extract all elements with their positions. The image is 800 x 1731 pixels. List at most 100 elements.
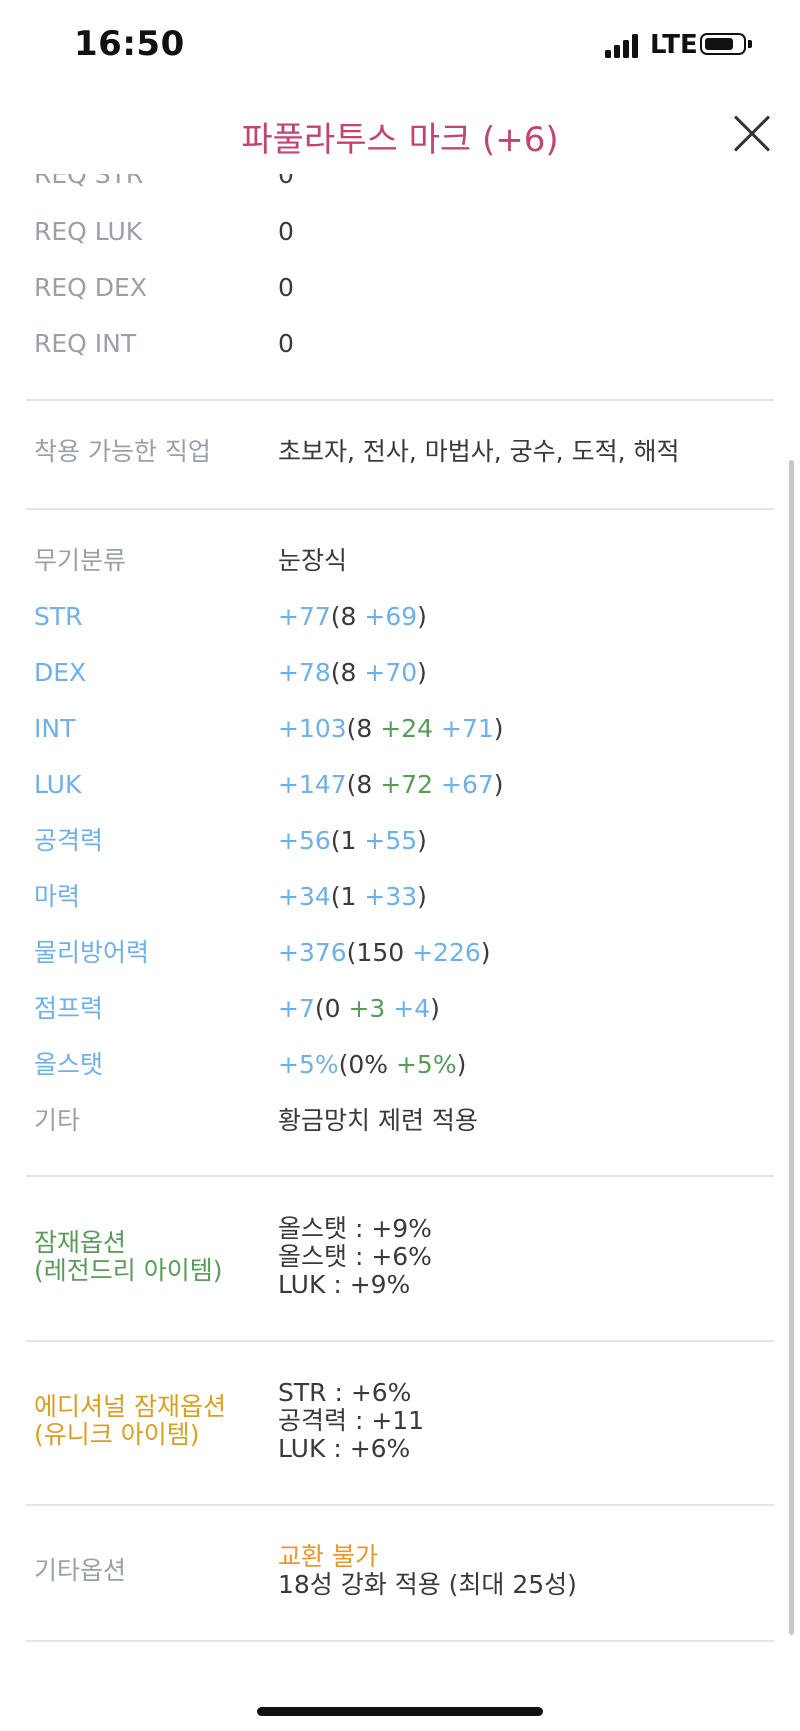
stat-label: 올스탯 (34, 1050, 104, 1079)
stat-value: +103(8 +24 +71) (278, 714, 504, 744)
stat-total: +147 (278, 770, 347, 799)
additional-label: 에디셔널 잠재옵션 (유니크 아이템) (34, 1393, 226, 1449)
page-title: 파풀라투스 마크 (+6) (241, 120, 559, 160)
home-indicator[interactable] (257, 1707, 543, 1716)
other-label: 기타옵션 (34, 1556, 127, 1585)
divider (26, 1640, 774, 1642)
stat-total: +5% (278, 1050, 339, 1079)
title-bar: 파풀라투스 마크 (+6) (0, 90, 800, 174)
stat-close: ) (417, 602, 427, 631)
trade-status: 교환 불가 (278, 1542, 378, 1571)
stat-value: +376(150 +226) (278, 938, 491, 968)
potential-values: 올스탯 : +9% 올스탯 : +6% LUK : +9% (278, 1215, 432, 1299)
potential-line: LUK : +9% (278, 1270, 411, 1299)
stat-total: +77 (278, 602, 331, 631)
stat-value: 황금망치 제련 적용 (278, 1106, 478, 1135)
stat-base: (8 (346, 714, 381, 743)
stat-label: LUK (34, 770, 82, 799)
stat-close: ) (417, 826, 427, 855)
stat-star: +71 (441, 714, 494, 743)
req-value: 0 (278, 217, 294, 246)
stat-star: +33 (364, 882, 418, 911)
scrollbar[interactable] (789, 460, 794, 1635)
potential-label-line: 잠재옵션 (34, 1228, 127, 1257)
stat-total: +78 (278, 658, 331, 687)
stat-total: +34 (278, 882, 331, 911)
divider (26, 1504, 774, 1506)
stat-base: (8 (330, 602, 365, 631)
req-value: 0 (278, 273, 294, 302)
stat-base: (0% (338, 1050, 396, 1079)
divider (26, 1175, 774, 1177)
stat-flame: +24 (380, 714, 434, 743)
jobs-value: 초보자, 전사, 마법사, 궁수, 도적, 해적 (278, 437, 680, 466)
potential-label-line: (레전드리 아이템) (34, 1256, 223, 1285)
stat-total: +376 (278, 938, 347, 967)
req-value: 0 (278, 329, 294, 358)
additional-label-line: 에디셔널 잠재옵션 (34, 1392, 226, 1421)
stat-total: +56 (278, 826, 331, 855)
stat-flame: +5% (395, 1050, 457, 1079)
stat-base: (0 (314, 994, 349, 1023)
stat-flame: +72 (380, 770, 434, 799)
req-label: REQ INT (34, 329, 137, 358)
stat-base: (1 (330, 882, 365, 911)
additional-line: STR : +6% (278, 1378, 412, 1407)
stat-label: INT (34, 714, 76, 743)
stat-value: +7(0 +3 +4) (278, 994, 440, 1024)
jobs-label: 착용 가능한 직업 (34, 437, 211, 466)
stat-star: +69 (364, 602, 418, 631)
close-icon[interactable] (732, 114, 772, 154)
battery-icon (700, 33, 752, 55)
stat-label: 기타 (34, 1106, 81, 1135)
potential-line: 올스탯 : +6% (278, 1242, 432, 1271)
status-bar: 16:50 LTE (0, 0, 800, 90)
stat-label: 공격력 (34, 826, 104, 855)
stat-value: +34(1 +33) (278, 882, 427, 912)
req-label: REQ LUK (34, 217, 143, 246)
stat-close: ) (456, 1050, 467, 1079)
stat-flame: +3 (348, 994, 386, 1023)
signal-icon (605, 34, 641, 58)
stat-label: 물리방어력 (34, 938, 150, 967)
stat-star: +70 (364, 658, 418, 687)
additional-line: 공격력 : +11 (278, 1406, 425, 1435)
stat-label: 무기분류 (34, 546, 127, 575)
divider (26, 508, 774, 510)
stat-base: (8 (346, 770, 381, 799)
potential-label: 잠재옵션 (레전드리 아이템) (34, 1229, 222, 1285)
stat-star: +55 (364, 826, 418, 855)
potential-line: 올스탯 : +9% (278, 1214, 432, 1243)
stat-star: +4 (393, 994, 431, 1023)
star-force: 18성 강화 적용 (최대 25성) (278, 1570, 577, 1599)
stat-label: STR (34, 602, 83, 631)
stat-value: +77(8 +69) (278, 602, 427, 632)
stat-star: +67 (441, 770, 494, 799)
stat-base: (1 (330, 826, 365, 855)
additional-values: STR : +6% 공격력 : +11 LUK : +6% (278, 1379, 424, 1463)
divider (26, 1340, 774, 1342)
stat-close: ) (417, 658, 427, 687)
req-label: REQ DEX (34, 273, 147, 302)
network-label: LTE (650, 30, 698, 60)
stat-value: +147(8 +72 +67) (278, 770, 504, 800)
additional-label-line: (유니크 아이템) (34, 1420, 200, 1449)
divider (26, 399, 774, 401)
stat-value: 눈장식 (278, 546, 348, 575)
stat-close: ) (417, 882, 427, 911)
stat-total: +103 (278, 714, 347, 743)
other-values: 교환 불가 18성 강화 적용 (최대 25성) (278, 1543, 577, 1599)
stat-value: +78(8 +70) (278, 658, 427, 688)
stat-base: (8 (330, 658, 365, 687)
stat-star: +226 (412, 938, 481, 967)
stat-close: ) (493, 714, 504, 743)
stat-value: +56(1 +55) (278, 826, 427, 856)
stat-label: DEX (34, 658, 87, 687)
additional-line: LUK : +6% (278, 1434, 411, 1463)
stat-close: ) (430, 994, 440, 1023)
stat-label: 점프력 (34, 994, 104, 1023)
stat-label: 마력 (34, 882, 81, 911)
stat-close: ) (480, 938, 491, 967)
stat-value: +5%(0% +5%) (278, 1050, 466, 1080)
stat-base: (150 (346, 938, 413, 967)
